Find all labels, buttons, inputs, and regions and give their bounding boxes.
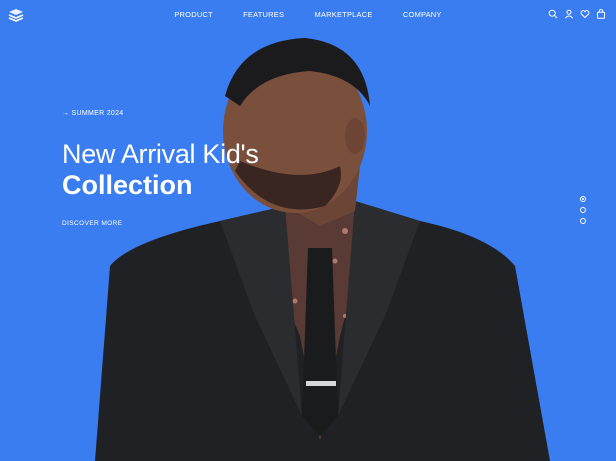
- nav-item-marketplace[interactable]: MARKETPLACE: [315, 10, 373, 19]
- main-nav: PRODUCT FEATURES MARKETPLACE COMPANY: [0, 10, 616, 19]
- slider-pagination: [580, 196, 586, 224]
- hero-title-line1: New Arrival Kid's: [62, 139, 259, 169]
- hero-eyebrow: → SUMMER 2024: [62, 110, 124, 117]
- discover-more-link[interactable]: DISCOVER MORE: [62, 220, 122, 227]
- hero-title-line2: Collection: [62, 170, 193, 200]
- slider-dot-1[interactable]: [580, 196, 586, 202]
- slider-dot-2[interactable]: [580, 207, 586, 213]
- heart-icon[interactable]: [580, 9, 590, 19]
- header-actions: [548, 9, 606, 19]
- nav-item-product[interactable]: PRODUCT: [174, 10, 212, 19]
- hero-image: [95, 38, 550, 461]
- slider-dot-3[interactable]: [580, 218, 586, 224]
- user-icon[interactable]: [564, 9, 574, 19]
- bag-icon[interactable]: [596, 9, 606, 19]
- nav-item-features[interactable]: FEATURES: [243, 10, 284, 19]
- nav-item-company[interactable]: COMPANY: [403, 10, 442, 19]
- search-icon[interactable]: [548, 9, 558, 19]
